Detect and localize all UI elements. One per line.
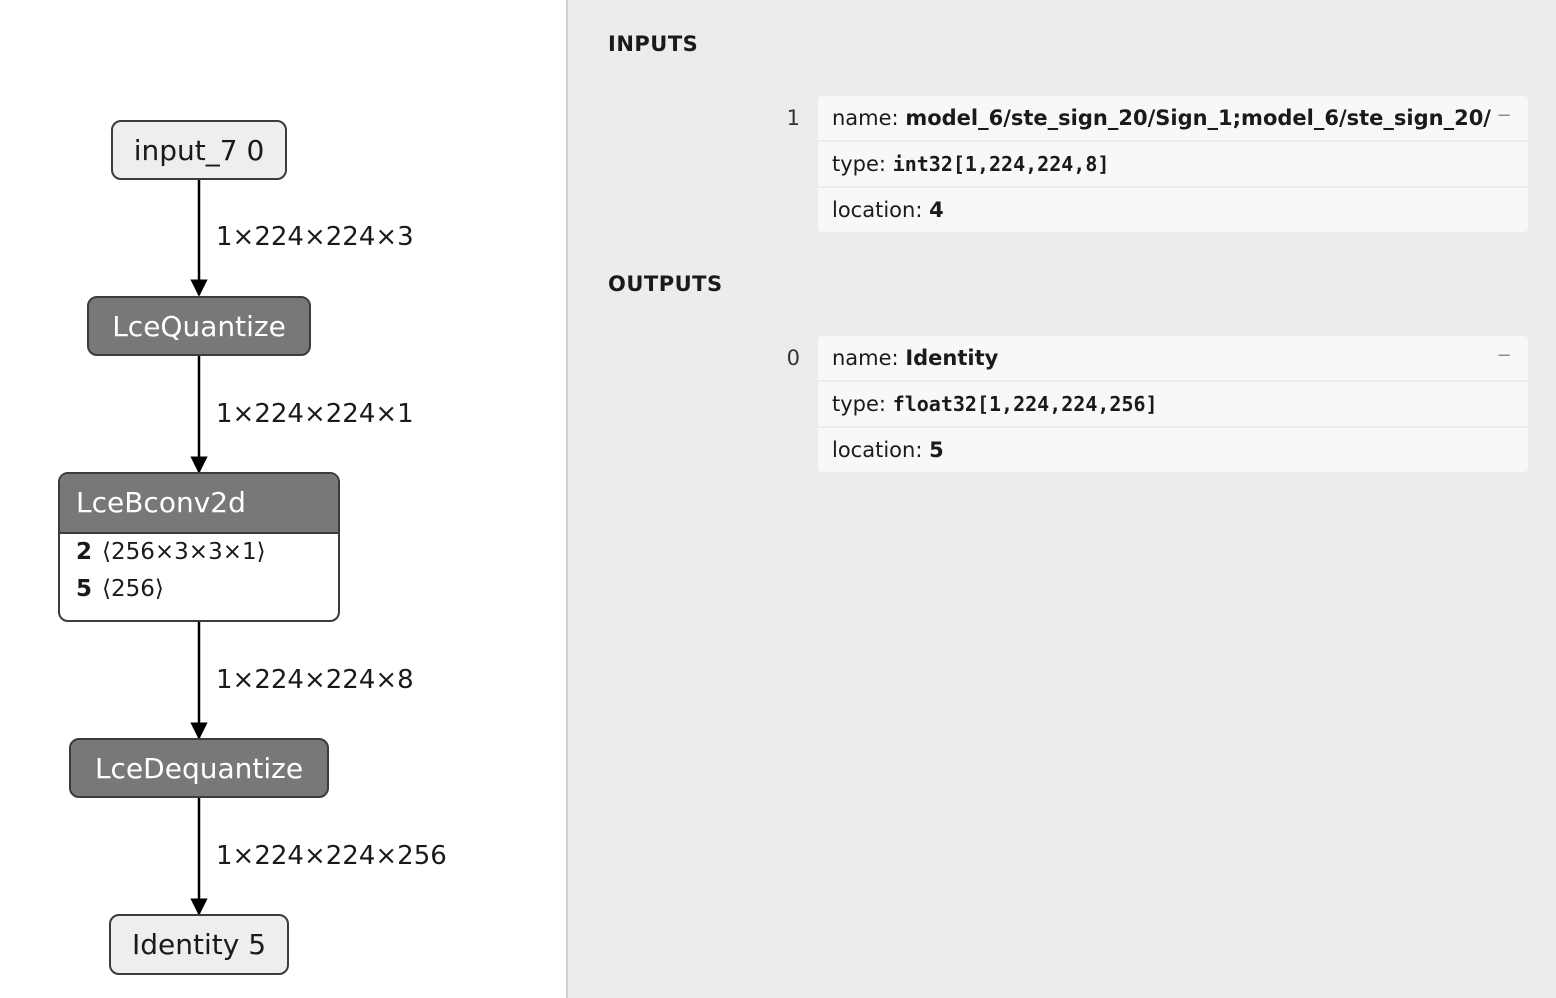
attribute-key: 2 bbox=[76, 539, 93, 565]
app-window: input_7 0 LceQuantize LceBconv2d 2 ⟨256×3… bbox=[0, 0, 1556, 998]
attribute-key: 5 bbox=[76, 576, 93, 602]
argument-type-key: type: bbox=[832, 152, 886, 176]
collapse-icon[interactable]: − bbox=[1494, 336, 1514, 380]
edge-label: 1×224×224×256 bbox=[216, 841, 447, 871]
argument-location-value: 5 bbox=[929, 438, 944, 462]
argument-location-value: 4 bbox=[929, 198, 944, 222]
argument-type-key: type: bbox=[832, 392, 886, 416]
argument-name-key: name: bbox=[832, 106, 899, 130]
node-output-label: Identity 5 bbox=[131, 928, 267, 961]
argument-location-row: location: 5 bbox=[818, 428, 1528, 472]
node-attribute[interactable]: 2 ⟨256×3×3×1⟩ bbox=[60, 534, 338, 571]
edge-label: 1×224×224×3 bbox=[216, 222, 414, 252]
argument-type-row: type: int32[1,224,224,8] bbox=[818, 142, 1528, 188]
graph-canvas[interactable]: input_7 0 LceQuantize LceBconv2d 2 ⟨256×3… bbox=[0, 0, 566, 998]
node-lcequantize[interactable]: LceQuantize bbox=[87, 296, 311, 356]
argument-location-key: location: bbox=[832, 198, 923, 222]
argument-name-value: Identity bbox=[905, 346, 999, 370]
argument-location-key: location: bbox=[832, 438, 923, 462]
argument-type-row: type: float32[1,224,224,256] bbox=[818, 382, 1528, 428]
edge-label: 1×224×224×8 bbox=[216, 665, 414, 695]
node-lcedequantize[interactable]: LceDequantize bbox=[69, 738, 329, 798]
node-output[interactable]: Identity 5 bbox=[109, 914, 289, 975]
attribute-shape: ⟨256×3×3×1⟩ bbox=[102, 539, 266, 565]
edge-label: 1×224×224×1 bbox=[216, 399, 414, 429]
node-input-label: input_7 0 bbox=[133, 133, 265, 167]
output-index: 0 bbox=[786, 346, 800, 370]
argument-name-row: name: model_6/ste_sign_20/Sign_1;model_6… bbox=[818, 96, 1528, 142]
argument-type-value: int32[1,224,224,8] bbox=[892, 152, 1110, 176]
argument-name-key: name: bbox=[832, 346, 899, 370]
node-attribute[interactable]: 5 ⟨256⟩ bbox=[60, 571, 338, 608]
node-input[interactable]: input_7 0 bbox=[111, 120, 287, 180]
node-lcebconv2d-label: LceBconv2d bbox=[60, 474, 338, 534]
node-lcebconv2d[interactable]: LceBconv2d 2 ⟨256×3×3×1⟩ 5 ⟨256⟩ bbox=[58, 472, 340, 622]
node-lcequantize-label: LceQuantize bbox=[112, 309, 286, 343]
attribute-shape: ⟨256⟩ bbox=[102, 576, 164, 602]
output-argument-card[interactable]: name: Identity − type: float32[1,224,224… bbox=[818, 336, 1528, 472]
node-lcedequantize-label: LceDequantize bbox=[94, 751, 304, 785]
input-index: 1 bbox=[786, 106, 800, 130]
argument-name-row: name: Identity − bbox=[818, 336, 1528, 382]
argument-location-row: location: 4 bbox=[818, 188, 1528, 232]
argument-name-value: model_6/ste_sign_20/Sign_1;model_6/ste_s… bbox=[905, 106, 1492, 130]
input-argument-card[interactable]: name: model_6/ste_sign_20/Sign_1;model_6… bbox=[818, 96, 1528, 232]
outputs-section-title: OUTPUTS bbox=[608, 272, 723, 296]
argument-type-value: float32[1,224,224,256] bbox=[892, 392, 1158, 416]
properties-sidebar: INPUTS 1 name: model_6/ste_sign_20/Sign_… bbox=[566, 0, 1556, 998]
inputs-section-title: INPUTS bbox=[608, 32, 699, 56]
collapse-icon[interactable]: − bbox=[1494, 96, 1514, 140]
